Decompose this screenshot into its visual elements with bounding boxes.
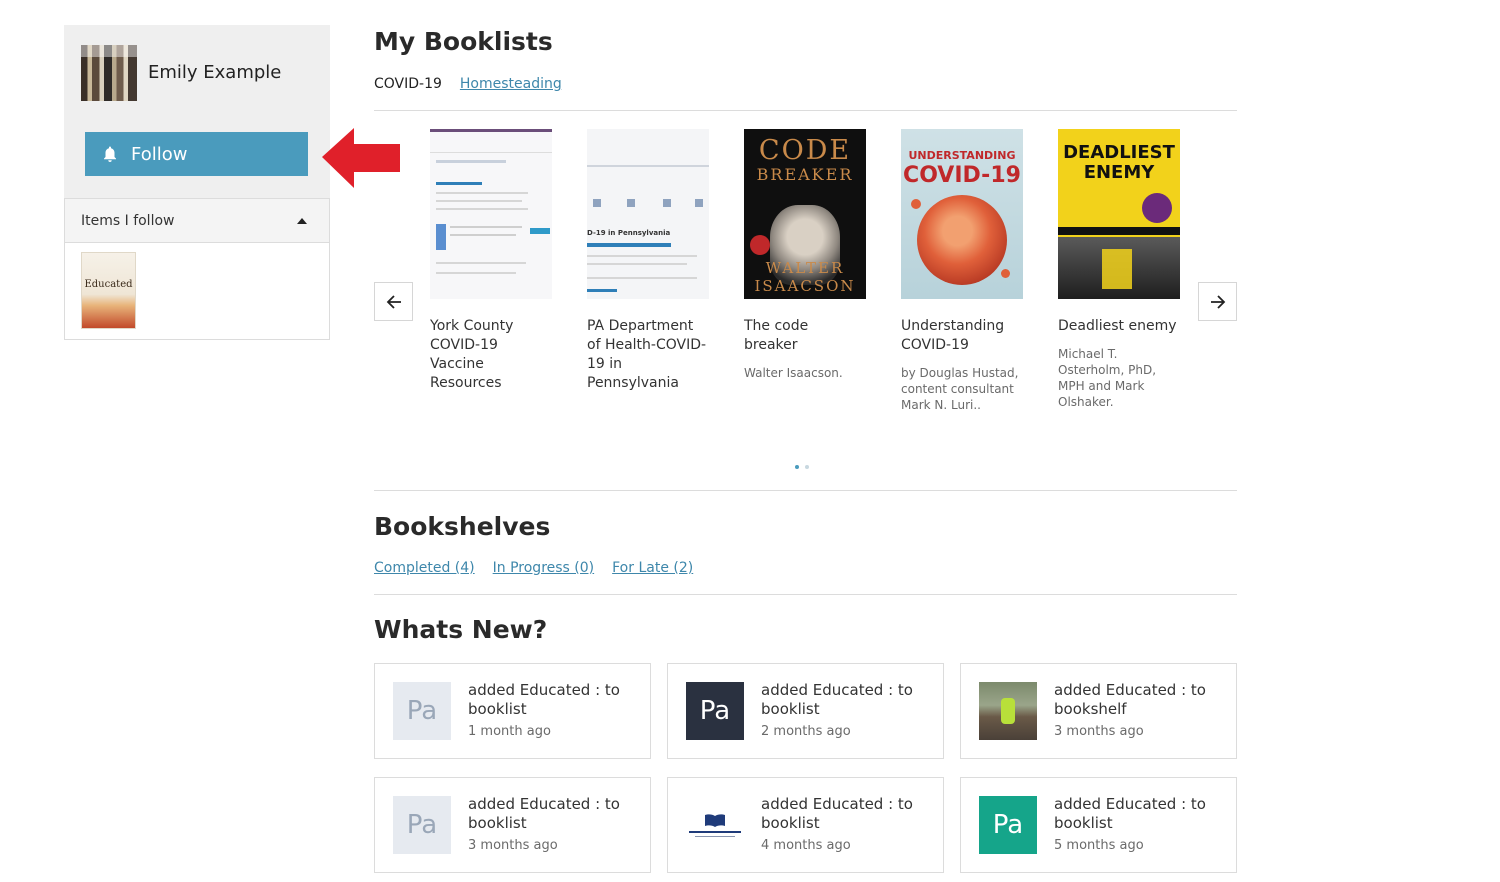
book-title[interactable]: The code breaker — [744, 317, 866, 355]
activity-thumb: Pa — [393, 682, 451, 740]
followed-book-cover-text: Educated — [84, 279, 133, 290]
bell-icon — [101, 145, 119, 163]
booklist-item: UNDERSTANDING COVID-19 Understanding COV… — [901, 129, 1023, 413]
activity-text: added Educated : to booklist — [761, 795, 913, 832]
book-cover-text: COVID-19 — [903, 163, 1021, 188]
activity-card[interactable]: Pa added Educated : to booklist 3 months… — [374, 777, 651, 873]
activity-time: 1 month ago — [468, 724, 551, 739]
carousel-next-button[interactable] — [1198, 282, 1237, 321]
activity-thumb: Pa — [393, 796, 451, 854]
book-cover-text: ENEMY — [1083, 162, 1155, 183]
avatar[interactable] — [81, 45, 137, 101]
book-cover-text: DEADLIEST — [1063, 142, 1175, 163]
tab-covid-19[interactable]: COVID-19 — [374, 76, 442, 92]
shelf-completed-link[interactable]: Completed (4) — [374, 560, 475, 576]
shelf-in-progress-link[interactable]: In Progress (0) — [493, 560, 594, 576]
items-i-follow-panel: Items I follow Educated — [64, 198, 330, 340]
followed-book-cover[interactable]: Educated — [81, 252, 136, 329]
book-author: Walter Isaacson. — [744, 366, 843, 380]
follow-label: Follow — [131, 143, 188, 165]
booklist-item: DEADLIEST ENEMY Deadliest enemy Michael … — [1058, 129, 1180, 410]
activity-text: added Educated : to bookshelf — [1054, 681, 1206, 718]
activity-text: added Educated : to booklist — [761, 681, 913, 718]
divider — [374, 110, 1237, 111]
activity-thumb-photo — [979, 682, 1037, 740]
activity-text: added Educated : to booklist — [1054, 795, 1206, 832]
activity-card[interactable]: added Educated : to booklist 4 months ag… — [667, 777, 944, 873]
book-logo-icon — [705, 814, 725, 827]
activity-time: 5 months ago — [1054, 838, 1144, 853]
book-cover[interactable]: DEADLIEST ENEMY — [1058, 129, 1180, 299]
book-cover[interactable]: UNDERSTANDING COVID-19 — [901, 129, 1023, 299]
book-cover-text: D-19 in Pennsylvania — [587, 229, 671, 237]
book-title[interactable]: PA Department of Health-COVID-19 in Penn… — [587, 317, 709, 393]
items-i-follow-label: Items I follow — [81, 212, 175, 229]
booklist-item: D-19 in Pennsylvania PA Department of He… — [587, 129, 709, 393]
book-cover-text: ISAACSON — [754, 277, 856, 295]
profile-name: Emily Example — [148, 62, 282, 83]
book-cover-text: WALTER — [765, 259, 845, 277]
book-title[interactable]: Deadliest enemy — [1058, 317, 1180, 336]
activity-card[interactable]: Pa added Educated : to booklist 2 months… — [667, 663, 944, 759]
book-author: by Douglas Hustad, content consultant Ma… — [901, 366, 1019, 412]
activity-time: 2 months ago — [761, 724, 851, 739]
whats-new-title: Whats New? — [374, 615, 548, 644]
activity-card[interactable]: Pa added Educated : to booklist 1 month … — [374, 663, 651, 759]
red-arrow-icon — [322, 128, 400, 188]
activity-thumb: Pa — [979, 796, 1037, 854]
activity-card[interactable]: Pa added Educated : to booklist 5 months… — [960, 777, 1237, 873]
activity-time: 3 months ago — [468, 838, 558, 853]
tab-homesteading[interactable]: Homesteading — [460, 76, 562, 92]
activity-time: 4 months ago — [761, 838, 851, 853]
book-title[interactable]: York County COVID-19 Vaccine Resources — [430, 317, 552, 393]
divider — [374, 490, 1237, 491]
activity-text: added Educated : to booklist — [468, 795, 620, 832]
carousel-pagination — [795, 465, 809, 469]
carousel-dot[interactable] — [795, 465, 799, 469]
activity-time: 3 months ago — [1054, 724, 1144, 739]
activity-card[interactable]: added Educated : to bookshelf 3 months a… — [960, 663, 1237, 759]
book-author: Michael T. Osterholm, PhD, MPH and Mark … — [1058, 347, 1157, 409]
activity-text: added Educated : to booklist — [468, 681, 620, 718]
arrow-left-icon — [386, 294, 401, 309]
booklists-title: My Booklists — [374, 27, 553, 56]
divider — [374, 594, 1237, 595]
book-cover-text: BREAKER — [756, 165, 854, 184]
booklist-tabs: COVID-19 Homesteading — [374, 76, 562, 92]
carousel-dot[interactable] — [805, 465, 809, 469]
profile-card: Emily Example Follow — [64, 25, 330, 198]
book-cover[interactable]: CODE BREAKER WALTER ISAACSON — [744, 129, 866, 299]
activity-thumb: Pa — [686, 682, 744, 740]
arrow-right-icon — [1210, 294, 1225, 309]
book-cover-text: UNDERSTANDING — [908, 149, 1016, 162]
book-cover[interactable]: D-19 in Pennsylvania — [587, 129, 709, 299]
booklist-item: York County COVID-19 Vaccine Resources — [430, 129, 552, 393]
follow-button[interactable]: Follow — [85, 132, 308, 176]
carousel-prev-button[interactable] — [374, 282, 413, 321]
bookshelves-title: Bookshelves — [374, 512, 551, 541]
book-cover[interactable] — [430, 129, 552, 299]
book-cover-text: CODE — [758, 135, 852, 166]
bookshelf-links: Completed (4) In Progress (0) For Late (… — [374, 560, 693, 576]
caret-up-icon — [297, 217, 307, 224]
booklist-item: CODE BREAKER WALTER ISAACSON The code br… — [744, 129, 866, 381]
library-logo — [686, 796, 744, 854]
book-title[interactable]: Understanding COVID-19 — [901, 317, 1023, 355]
shelf-for-late-link[interactable]: For Late (2) — [612, 560, 693, 576]
items-i-follow-header[interactable]: Items I follow — [65, 199, 329, 243]
